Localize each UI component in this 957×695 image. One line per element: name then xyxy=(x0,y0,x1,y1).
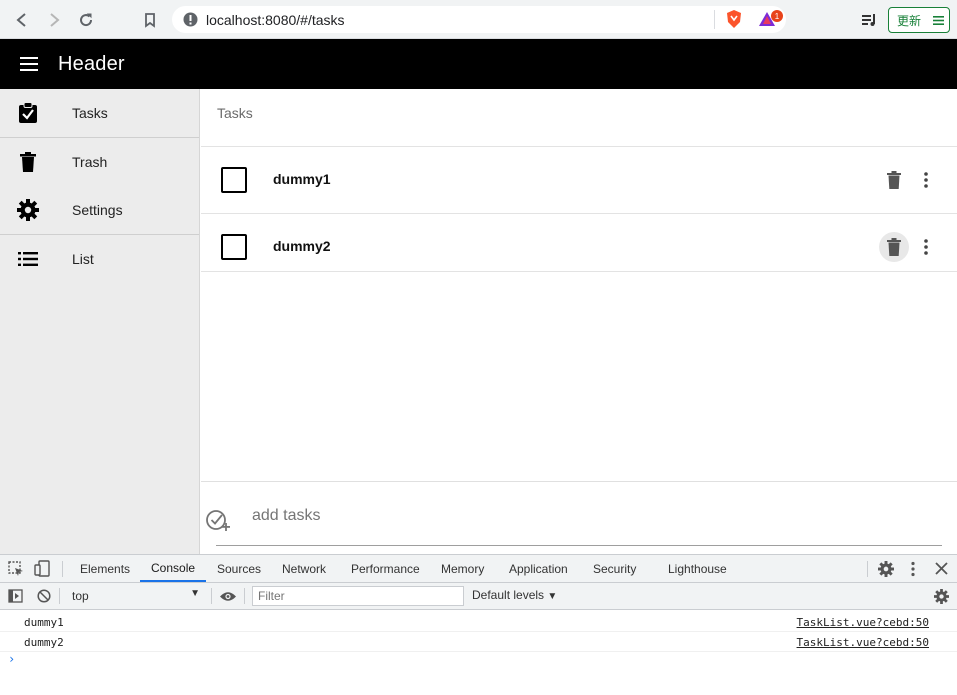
context-select[interactable]: top ▼ xyxy=(64,586,206,606)
sidebar-item-label: Settings xyxy=(72,202,123,218)
address-bar[interactable]: localhost:8080/#/tasks 1 xyxy=(172,6,786,33)
sidebar-item-settings[interactable]: Settings xyxy=(0,186,199,234)
log-levels-dropdown[interactable]: Default levels ▼ xyxy=(472,588,557,602)
hamburger-menu-button[interactable] xyxy=(0,39,58,89)
forward-button[interactable] xyxy=(42,8,66,32)
trash-icon xyxy=(887,171,901,189)
rewards-badge: 1 xyxy=(775,12,780,21)
clear-console-icon[interactable] xyxy=(37,589,51,603)
task-menu-button[interactable] xyxy=(916,232,936,262)
task-name: dummy1 xyxy=(273,171,331,187)
task-panel: Tasks dummy1 dummy2 xyxy=(201,89,957,554)
console-filter-input[interactable] xyxy=(252,586,464,606)
sidebar: Tasks Trash Settings List xyxy=(0,89,200,554)
log-source-link[interactable]: TaskList.vue?cebd:50 xyxy=(797,616,929,629)
toolbar-separator xyxy=(244,588,245,604)
add-task-icon[interactable] xyxy=(205,507,231,533)
menu-lines-icon xyxy=(933,15,945,25)
tab-console[interactable]: Console xyxy=(140,555,207,582)
header-title: Header xyxy=(58,52,125,75)
back-button[interactable] xyxy=(10,8,34,32)
reload-button[interactable] xyxy=(74,8,98,32)
app-header: Header xyxy=(0,39,957,89)
back-icon xyxy=(16,13,26,27)
footer-divider xyxy=(201,481,957,482)
devtools-panel: Elements Console Sources Network Perform… xyxy=(0,554,957,695)
close-icon[interactable] xyxy=(935,562,948,575)
log-message: dummy1 xyxy=(24,616,64,629)
browser-toolbar: localhost:8080/#/tasks 1 更新 xyxy=(0,0,957,39)
add-task-underline xyxy=(216,545,942,546)
console-prompt[interactable]: › xyxy=(8,652,15,666)
toolbar-separator xyxy=(211,588,212,604)
sidebar-item-label: Tasks xyxy=(72,105,108,121)
trash-icon xyxy=(887,238,901,256)
tab-application[interactable]: Application xyxy=(498,555,579,582)
task-row: dummy2 xyxy=(201,213,957,279)
console-toolbar: top ▼ Default levels ▼ xyxy=(0,583,957,610)
sidebar-item-label: Trash xyxy=(72,154,108,170)
url-text: localhost:8080/#/tasks xyxy=(206,12,345,28)
brave-rewards-icon[interactable]: 1 xyxy=(758,10,784,30)
more-vertical-icon[interactable] xyxy=(910,561,916,577)
device-toolbar-icon[interactable] xyxy=(34,560,50,577)
console-log-line: dummy2 TaskList.vue?cebd:50 xyxy=(0,632,957,652)
trash-icon xyxy=(0,138,56,186)
sidebar-item-trash[interactable]: Trash xyxy=(0,138,199,186)
tab-elements[interactable]: Elements xyxy=(69,555,141,582)
eye-icon[interactable] xyxy=(219,591,237,602)
list-icon xyxy=(0,235,56,283)
forward-icon xyxy=(50,13,60,27)
task-checkbox[interactable] xyxy=(221,234,247,260)
sidebar-item-list[interactable]: List xyxy=(0,235,199,283)
bookmark-button[interactable] xyxy=(138,8,162,32)
update-label: 更新 xyxy=(897,13,922,28)
inspect-element-icon[interactable] xyxy=(8,561,24,577)
tab-network[interactable]: Network xyxy=(271,555,337,582)
info-icon xyxy=(183,12,198,27)
tab-performance[interactable]: Performance xyxy=(340,555,431,582)
tab-sources[interactable]: Sources xyxy=(206,555,272,582)
section-title: Tasks xyxy=(217,105,253,121)
chevron-down-icon: ▼ xyxy=(190,588,200,599)
add-task-input[interactable] xyxy=(252,507,852,525)
caret-down-icon: ▼ xyxy=(547,591,558,602)
hamburger-icon xyxy=(20,57,38,71)
task-menu-button[interactable] xyxy=(916,165,936,195)
tab-lighthouse[interactable]: Lighthouse xyxy=(657,555,738,582)
reload-icon xyxy=(80,13,93,27)
task-name: dummy2 xyxy=(273,238,331,254)
task-checkbox[interactable] xyxy=(221,167,247,193)
sidebar-item-label: List xyxy=(72,251,94,267)
more-vertical-icon xyxy=(924,239,928,255)
list-divider xyxy=(201,271,957,272)
delete-task-button[interactable] xyxy=(879,165,909,195)
show-sidebar-icon[interactable] xyxy=(8,589,23,603)
toolbar-separator xyxy=(59,588,60,604)
bookmark-icon xyxy=(145,13,155,28)
update-button[interactable]: 更新 xyxy=(888,7,950,33)
task-row: dummy1 xyxy=(201,146,957,212)
delete-task-button[interactable] xyxy=(879,232,909,262)
context-value: top xyxy=(72,589,89,603)
log-message: dummy2 xyxy=(24,636,64,649)
console-settings-icon[interactable] xyxy=(934,589,949,604)
devtools-tab-bar: Elements Console Sources Network Perform… xyxy=(0,555,957,583)
clipboard-check-icon xyxy=(0,89,56,137)
log-source-link[interactable]: TaskList.vue?cebd:50 xyxy=(797,636,929,649)
sidebar-item-tasks[interactable]: Tasks xyxy=(0,89,199,137)
tab-security[interactable]: Security xyxy=(582,555,647,582)
more-vertical-icon xyxy=(924,172,928,188)
gear-icon xyxy=(0,186,56,234)
urlbar-divider xyxy=(714,10,715,29)
toolbar-separator xyxy=(62,561,63,577)
brave-shield-icon[interactable] xyxy=(725,9,743,29)
toolbar-separator xyxy=(867,561,868,577)
tab-memory[interactable]: Memory xyxy=(430,555,495,582)
media-button[interactable] xyxy=(858,8,882,32)
log-levels-label: Default levels xyxy=(472,588,545,602)
console-log-line: dummy1 TaskList.vue?cebd:50 xyxy=(0,612,957,632)
playlist-icon xyxy=(862,14,875,26)
settings-gear-icon[interactable] xyxy=(878,561,894,577)
